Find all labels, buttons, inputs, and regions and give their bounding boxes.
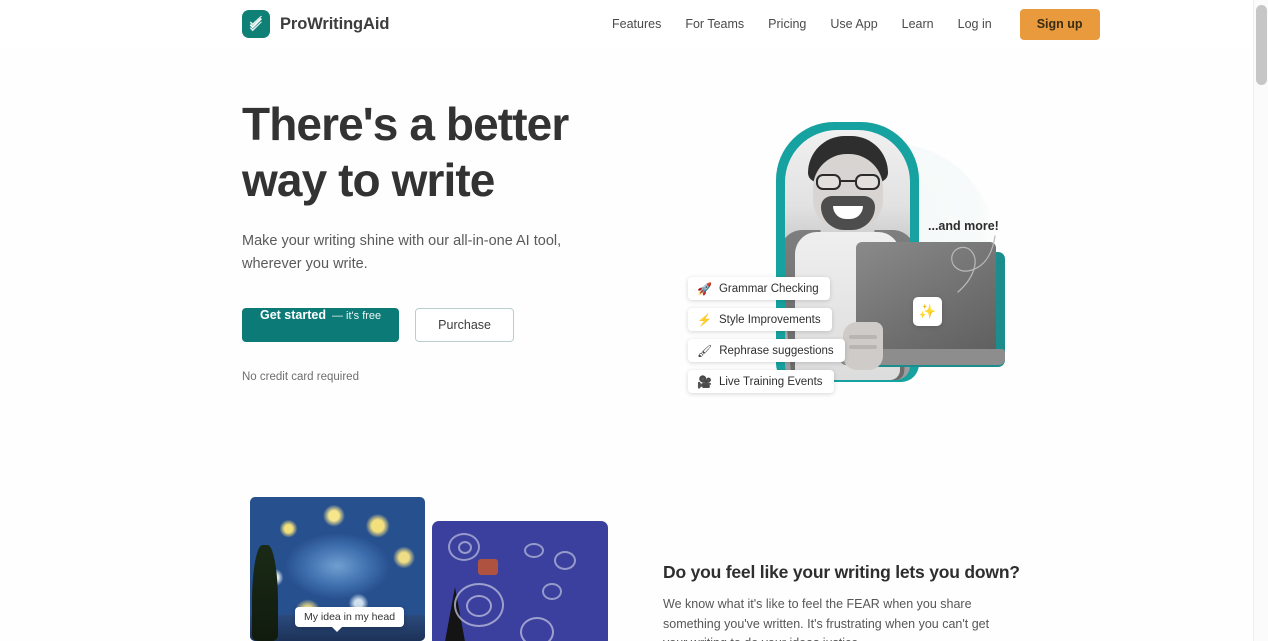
hero-subtitle: Make your writing shine with our all-in-…: [242, 233, 562, 272]
feature-pill-label: Grammar Checking: [718, 282, 819, 295]
glasses-icon: [816, 174, 880, 190]
hero-section: There's a better way to write Make your …: [0, 48, 1253, 478]
brand-logo-link[interactable]: ProWritingAid: [242, 10, 389, 38]
sparkle-pill: ✨: [913, 297, 942, 326]
crude-swirl: [520, 617, 554, 641]
get-started-button[interactable]: Get started — it's free: [242, 308, 400, 342]
nav-link-learn[interactable]: Learn: [890, 0, 946, 48]
rocket-icon: 🚀: [697, 281, 712, 296]
hero-title: There's a better way to write: [242, 98, 569, 206]
crude-star: [542, 583, 562, 600]
lightning-icon: ⚡: [697, 312, 712, 327]
nav-link-for-teams[interactable]: For Teams: [673, 0, 756, 48]
hero-illustration: 🚀 Grammar Checking ⚡ Style Improvements …: [660, 100, 1020, 430]
hero-copy: There's a better way to write Make your …: [242, 96, 632, 383]
get-started-label: Get started: [260, 308, 326, 322]
hero-cta-group: Get started — it's free Purchase: [242, 308, 632, 342]
prowritingaid-logo-icon: [242, 10, 270, 38]
main-navigation: Features For Teams Pricing Use App Learn…: [600, 0, 1100, 48]
sign-up-button[interactable]: Sign up: [1019, 8, 1100, 40]
nav-link-log-in[interactable]: Log in: [946, 0, 1004, 48]
no-credit-card-note: No credit card required: [242, 371, 359, 383]
get-started-free-note: — it's free: [332, 310, 382, 322]
crude-star: [554, 551, 576, 570]
page-scrollbar[interactable]: [1253, 0, 1268, 641]
feature-pill-grammar-checking: 🚀 Grammar Checking: [688, 277, 830, 300]
feature-pill-live-training-events: 🎥 Live Training Events: [688, 370, 834, 393]
feature-pill-style-improvements: ⚡ Style Improvements: [688, 308, 832, 331]
sparkles-icon: ✨: [918, 303, 937, 319]
feature-pill-label: Style Improvements: [718, 313, 821, 326]
page-viewport: ProWritingAid Features For Teams Pricing…: [0, 0, 1253, 641]
brand-name: ProWritingAid: [280, 14, 390, 33]
nav-link-pricing[interactable]: Pricing: [756, 0, 818, 48]
idea-caption-tooltip: My idea in my head: [295, 607, 405, 632]
site-header: ProWritingAid Features For Teams Pricing…: [0, 0, 1253, 48]
video-camera-icon: 🎥: [697, 374, 712, 389]
feature-pill-label: Live Training Events: [718, 375, 823, 388]
nav-link-use-app[interactable]: Use App: [818, 0, 889, 48]
comparison-artwork: My idea in my head: [250, 497, 608, 641]
purchase-button[interactable]: Purchase: [415, 308, 514, 342]
crude-star: [524, 543, 544, 558]
hand: [843, 322, 883, 370]
feature-pill-label: Rephrase suggestions: [719, 344, 834, 357]
crude-star: [458, 541, 472, 554]
lower-section: My idea in my head Do you feel like your…: [0, 478, 1253, 641]
lower-copy: Do you feel like your writing lets you d…: [663, 562, 1043, 641]
crude-moon: [478, 559, 498, 575]
starry-cypress-tree: [252, 545, 278, 641]
lower-body-text: We know what it's like to feel the FEAR …: [663, 597, 990, 641]
crude-drawing: [432, 521, 608, 641]
nav-link-features[interactable]: Features: [600, 0, 673, 48]
paintbrush-icon: 🖌: [697, 343, 713, 358]
and-more-label: ...and more!: [928, 219, 999, 233]
feature-pill-rephrase-suggestions: 🖌 Rephrase suggestions: [688, 339, 845, 362]
scrollbar-thumb[interactable]: [1256, 5, 1267, 85]
crude-swirl: [466, 595, 492, 617]
lower-title: Do you feel like your writing lets you d…: [663, 562, 1020, 582]
